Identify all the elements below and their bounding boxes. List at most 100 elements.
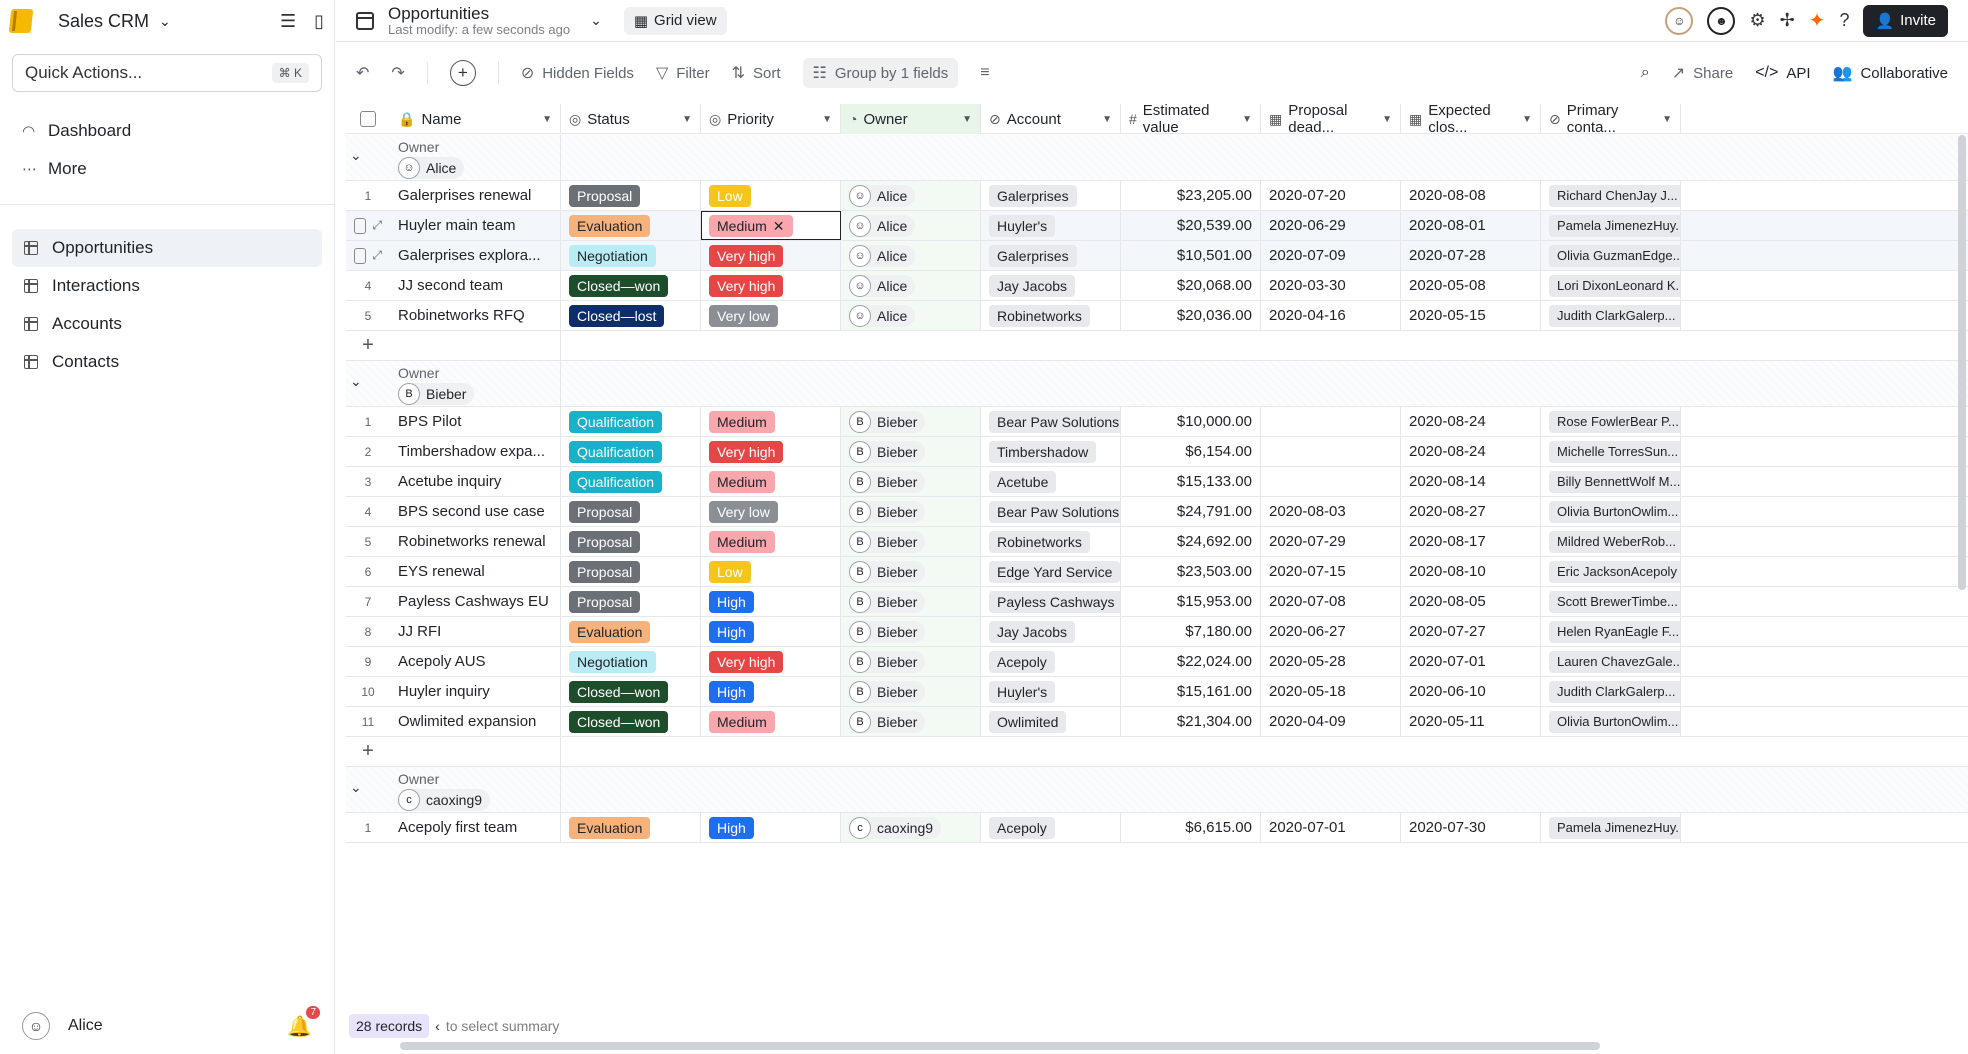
table-row[interactable]: ⤢ Huyler main team Evaluation Medium ✕ ☺ Alice… xyxy=(346,211,1968,241)
cell-name[interactable]: Acepoly first team xyxy=(390,813,561,842)
cell-deadline[interactable] xyxy=(1261,437,1401,466)
chevron-down-icon[interactable]: ⌄ xyxy=(350,147,362,164)
cell-value[interactable]: $20,539.00 xyxy=(1121,211,1261,240)
cell-deadline[interactable]: 2020-07-15 xyxy=(1261,557,1401,586)
cell-value[interactable]: $6,154.00 xyxy=(1121,437,1261,466)
cell-priority[interactable]: Medium xyxy=(701,467,841,496)
cell-contact[interactable]: Eric JacksonAcepoly xyxy=(1541,557,1681,586)
cell-close[interactable]: 2020-07-30 xyxy=(1401,813,1541,842)
account-link[interactable]: Jay Jacobs xyxy=(989,274,1076,297)
nav-item-dashboard[interactable]: ◠ Dashboard xyxy=(0,112,334,150)
bell-icon[interactable]: 🔔 7 xyxy=(287,1005,320,1039)
cell-priority[interactable]: Low xyxy=(701,181,841,210)
horizontal-scrollbar[interactable] xyxy=(400,1042,1600,1050)
cell-owner[interactable]: B Bieber xyxy=(841,677,981,706)
cell-status[interactable]: Evaluation xyxy=(561,813,701,842)
cell-deadline[interactable]: 2020-07-29 xyxy=(1261,527,1401,556)
priority-tag[interactable]: Low xyxy=(709,560,751,583)
cell-owner[interactable]: B Bieber xyxy=(841,557,981,586)
status-tag[interactable]: Qualification xyxy=(569,410,663,433)
account-link[interactable]: Acepoly xyxy=(989,816,1055,839)
cell-owner[interactable]: ☺ Alice xyxy=(841,181,981,210)
group-button[interactable]: ☷ Group by 1 fields xyxy=(802,58,959,88)
cell-contact[interactable]: Rose FowlerBear P... xyxy=(1541,407,1681,436)
hidden-fields-button[interactable]: ⊘ Hidden Fields xyxy=(521,63,634,83)
cell-account[interactable]: Jay Jacobs xyxy=(981,617,1121,646)
cell-contact[interactable]: Richard ChenJay J... xyxy=(1541,181,1681,210)
contact-link[interactable]: Scott BrewerTimbe... xyxy=(1549,590,1680,613)
chevron-down-icon[interactable]: ⌄ xyxy=(350,373,362,390)
cell-status[interactable]: Closed—won xyxy=(561,677,701,706)
caret-down-icon[interactable]: ▼ xyxy=(542,114,552,125)
cell-name[interactable]: Robinetworks renewal xyxy=(390,527,561,556)
table-row[interactable]: 7 Payless Cashways EU Proposal High B Bieber P… xyxy=(346,587,1968,617)
account-link[interactable]: Robinetworks xyxy=(989,530,1090,553)
cell-name[interactable]: Owlimited expansion xyxy=(390,707,561,736)
status-tag[interactable]: Negotiation xyxy=(569,650,656,673)
cell-account[interactable]: Acetube xyxy=(981,467,1121,496)
contact-link[interactable]: Lauren ChavezGale... xyxy=(1549,650,1680,673)
cell-account[interactable]: Acepoly xyxy=(981,813,1121,842)
status-tag[interactable]: Qualification xyxy=(569,470,663,493)
undo-button[interactable]: ↶ xyxy=(356,63,369,83)
cell-deadline[interactable]: 2020-04-09 xyxy=(1261,707,1401,736)
contact-link[interactable]: Eric JacksonAcepoly xyxy=(1549,560,1680,583)
close-icon[interactable]: ✕ xyxy=(773,218,785,234)
filter-button[interactable]: ▽ Filter xyxy=(656,63,710,83)
cell-value[interactable]: $10,501.00 xyxy=(1121,241,1261,270)
table-row[interactable]: 4 BPS second use case Proposal Very low B Bie… xyxy=(346,497,1968,527)
contact-link[interactable]: Pamela JimenezHuy... xyxy=(1549,816,1680,839)
view-switcher-button[interactable]: ▦ Grid view xyxy=(623,6,727,35)
cell-name[interactable]: Acetube inquiry xyxy=(390,467,561,496)
cell-name[interactable]: BPS Pilot xyxy=(390,407,561,436)
cell-priority[interactable]: High xyxy=(701,677,841,706)
status-tag[interactable]: Closed—won xyxy=(569,710,669,733)
status-tag[interactable]: Closed—lost xyxy=(569,304,665,327)
cell-owner[interactable]: B Bieber xyxy=(841,407,981,436)
cell-name[interactable]: Timbershadow expa... xyxy=(390,437,561,466)
account-link[interactable]: Galerprises xyxy=(989,184,1077,207)
cell-deadline[interactable]: 2020-06-27 xyxy=(1261,617,1401,646)
account-link[interactable]: Timbershadow xyxy=(989,440,1097,463)
select-all-checkbox[interactable] xyxy=(360,111,376,127)
workspace-header[interactable]: Sales CRM ⌄ ☰ ▯ xyxy=(0,0,334,42)
row-checkbox[interactable] xyxy=(354,217,367,234)
contact-link[interactable]: Helen RyanEagle F... xyxy=(1549,620,1680,643)
cell-owner[interactable]: B Bieber xyxy=(841,437,981,466)
api-button[interactable]: </> API xyxy=(1755,64,1810,82)
sidebar-item-accounts[interactable]: Accounts xyxy=(12,305,322,343)
cell-contact[interactable]: Lauren ChavezGale... xyxy=(1541,647,1681,676)
cell-status[interactable]: Proposal xyxy=(561,587,701,616)
status-tag[interactable]: Evaluation xyxy=(569,816,651,839)
cell-value[interactable]: $7,180.00 xyxy=(1121,617,1261,646)
cell-owner[interactable]: ☺ Alice xyxy=(841,271,981,300)
column-header-account[interactable]: ⊘ Account ▼ xyxy=(981,104,1121,134)
sidebar-toggle-icon[interactable]: ▯ xyxy=(314,11,324,32)
cell-close[interactable]: 2020-08-24 xyxy=(1401,437,1541,466)
table-row[interactable]: 1 BPS Pilot Qualification Medium B Bieber Bear… xyxy=(346,407,1968,437)
cell-deadline[interactable]: 2020-07-09 xyxy=(1261,241,1401,270)
cell-name[interactable]: Huyler inquiry xyxy=(390,677,561,706)
sidebar-item-contacts[interactable]: Contacts xyxy=(12,343,322,381)
cell-account[interactable]: Jay Jacobs xyxy=(981,271,1121,300)
cell-status[interactable]: Closed—lost xyxy=(561,301,701,330)
cell-owner[interactable]: B Bieber xyxy=(841,527,981,556)
cell-value[interactable]: $15,161.00 xyxy=(1121,677,1261,706)
cell-value[interactable]: $15,953.00 xyxy=(1121,587,1261,616)
cell-value[interactable]: $6,615.00 xyxy=(1121,813,1261,842)
priority-tag[interactable]: Medium xyxy=(709,410,775,433)
table-row[interactable]: 5 Robinetworks renewal Proposal Medium B Bieb… xyxy=(346,527,1968,557)
status-tag[interactable]: Proposal xyxy=(569,560,641,583)
cell-value[interactable]: $23,503.00 xyxy=(1121,557,1261,586)
table-row[interactable]: 4 JJ second team Closed—won Very high ☺ Alice… xyxy=(346,271,1968,301)
cell-owner[interactable]: B Bieber xyxy=(841,647,981,676)
sidebar-item-opportunities[interactable]: Opportunities xyxy=(12,229,322,267)
cell-close[interactable]: 2020-07-27 xyxy=(1401,617,1541,646)
column-header-expected-clos[interactable]: ▦ Expected clos... ▼ xyxy=(1401,104,1541,136)
cell-account[interactable]: Bear Paw Solutions xyxy=(981,407,1121,436)
cell-close[interactable]: 2020-08-05 xyxy=(1401,587,1541,616)
contact-link[interactable]: Richard ChenJay J... xyxy=(1549,184,1680,207)
redo-button[interactable]: ↷ xyxy=(391,63,404,83)
contact-link[interactable]: Olivia BurtonOwlim... xyxy=(1549,710,1680,733)
cell-value[interactable]: $23,205.00 xyxy=(1121,181,1261,210)
